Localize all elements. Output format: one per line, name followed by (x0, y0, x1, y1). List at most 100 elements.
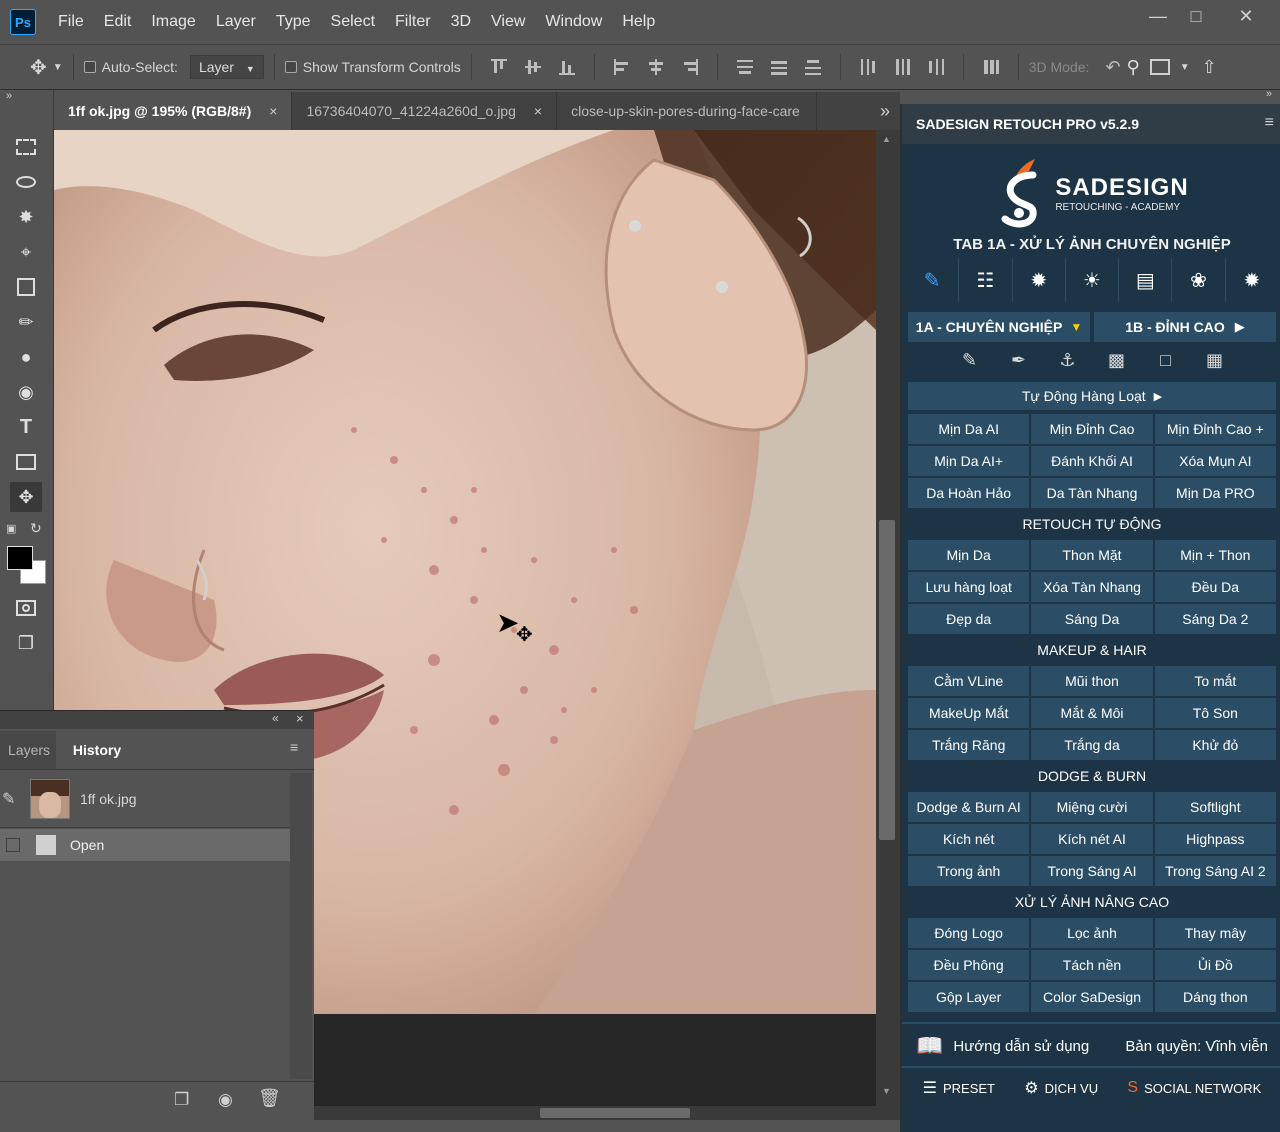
aperture-tab-icon[interactable]: ✹ (1013, 258, 1066, 302)
history-brush-icon[interactable]: ✎ (2, 789, 24, 809)
distribute-bottom-icon[interactable] (803, 57, 823, 77)
luu-hang-loat-button[interactable]: Lưu hàng loạt (908, 572, 1030, 602)
show-transform-checkbox[interactable] (284, 61, 297, 73)
dong-logo-button[interactable]: Đóng Logo (908, 918, 1030, 948)
khu-do-button[interactable]: Khử đỏ (1154, 730, 1276, 760)
mieng-cuoi-button[interactable]: Miệng cười (1031, 792, 1153, 822)
share-icon[interactable]: ⇧ (1202, 57, 1217, 78)
sang-da-button[interactable]: Sáng Da (1031, 604, 1153, 634)
close-panel-icon[interactable]: × (296, 711, 304, 726)
deu-da-button[interactable]: Đều Da (1154, 572, 1276, 602)
tab-layers[interactable]: Layers (0, 731, 56, 769)
vertical-scroll-thumb[interactable] (879, 520, 895, 840)
align-right-icon[interactable] (680, 57, 700, 77)
sang-da-2-button[interactable]: Sáng Da 2 (1154, 604, 1276, 634)
collapse-panel-icon[interactable]: « (272, 711, 279, 725)
auto-align-icon[interactable] (981, 57, 1001, 77)
history-scrollbar[interactable] (290, 773, 312, 1079)
thon-mat-button[interactable]: Thon Mặt (1031, 540, 1153, 570)
marquee-tool-icon[interactable] (10, 132, 42, 162)
search-icon[interactable]: ⚲ (1127, 57, 1140, 78)
menu-type[interactable]: Type (276, 13, 311, 31)
panel-menu-icon[interactable]: ≡ (290, 739, 298, 755)
mixer-brush-icon[interactable]: ✒ (994, 344, 1043, 376)
min-dinh-cao-button[interactable]: Mịn Đỉnh Cao (1031, 414, 1153, 444)
frame-tool-icon[interactable] (10, 272, 42, 302)
ui-do-button[interactable]: Ủi Đồ (1154, 950, 1276, 980)
dep-da-button[interactable]: Đẹp da (908, 604, 1030, 634)
lens-tab-icon[interactable]: ✹ (1226, 258, 1278, 302)
min-dinh-cao-plus-button[interactable]: Mịn Đỉnh Cao + (1154, 414, 1276, 444)
history-state-row[interactable]: Open (0, 829, 290, 861)
social-network-button[interactable]: S SOCIAL NETWORK (1127, 1079, 1261, 1097)
screen-mode-icon[interactable]: ❐ (10, 628, 42, 658)
min-da-button[interactable]: Mịn Da (908, 540, 1030, 570)
chevron-down-icon[interactable]: ▼ (1180, 62, 1190, 73)
history-snapshot-row[interactable]: ✎ 1ff ok.jpg (0, 777, 290, 821)
tabs-overflow-icon[interactable]: » (870, 92, 900, 130)
menu-edit[interactable]: Edit (104, 13, 132, 31)
to-son-button[interactable]: Tô Son (1154, 698, 1276, 728)
collapse-dock-icon[interactable]: » (1266, 88, 1272, 100)
dang-thon-button[interactable]: Dáng thon (1154, 982, 1276, 1012)
menu-layer[interactable]: Layer (216, 13, 256, 31)
type-tool-icon[interactable]: T (10, 412, 42, 442)
menu-window[interactable]: Window (545, 13, 602, 31)
tab-history[interactable]: History (58, 731, 136, 769)
menu-select[interactable]: Select (331, 13, 375, 31)
camera-snapshot-icon[interactable]: ◉ (218, 1090, 233, 1110)
close-window-icon[interactable]: ✕ (1228, 6, 1264, 27)
history-source-checkbox[interactable] (6, 838, 20, 852)
color-sadesign-button[interactable]: Color SaDesign (1031, 982, 1153, 1012)
clone-stamp-icon[interactable]: ⚓ (1043, 344, 1092, 376)
chevron-down-icon[interactable]: ▼ (53, 62, 63, 73)
softlight-button[interactable]: Softlight (1154, 792, 1276, 822)
danh-khoi-ai-button[interactable]: Đánh Khối AI (1031, 446, 1153, 476)
brush-tool-icon[interactable]: ✏ (10, 307, 42, 337)
quick-mask-icon[interactable] (10, 593, 42, 623)
default-colors-icon[interactable]: ▣ (6, 522, 18, 535)
file-tab-icon[interactable]: ▤ (1119, 258, 1173, 302)
close-tab-icon[interactable]: × (534, 103, 542, 119)
tab-document-1[interactable]: 1ff ok.jpg @ 195% (RGB/8#) × (54, 92, 293, 130)
document-tab-icon[interactable]: ☷ (959, 258, 1013, 302)
quick-select-tool-icon[interactable]: ✸ (10, 202, 42, 232)
scroll-down-icon[interactable]: ▼ (882, 1086, 891, 1096)
gop-layer-button[interactable]: Gộp Layer (908, 982, 1030, 1012)
auto-select-dropdown[interactable]: Layer ▼ (189, 55, 264, 79)
distribute-vcenter-icon[interactable] (769, 57, 789, 77)
align-left-icon[interactable] (612, 57, 632, 77)
to-mat-button[interactable]: To mắt (1154, 666, 1276, 696)
new-document-from-state-icon[interactable]: ❐ (174, 1090, 189, 1110)
distribute-hcenter-icon[interactable] (892, 57, 912, 77)
menu-image[interactable]: Image (151, 13, 195, 31)
patch-icon[interactable]: ▩ (1092, 344, 1141, 376)
rectangle-tool-icon[interactable] (10, 447, 42, 477)
close-tab-icon[interactable]: × (269, 103, 277, 119)
min-da-ai-button[interactable]: Mịn Da AI (908, 414, 1030, 444)
brush-tab-icon[interactable]: ✎ (906, 258, 960, 302)
trong-sang-ai-2-button[interactable]: Trong Sáng AI 2 (1154, 856, 1276, 886)
auto-select-checkbox[interactable] (83, 61, 96, 73)
crop-tool-icon[interactable]: ⌖ (10, 237, 42, 267)
brightness-tab-icon[interactable]: ☀ (1066, 258, 1120, 302)
tab-document-2[interactable]: 16736404070_41224a260d_o.jpg × (292, 92, 558, 130)
mode-1a-button[interactable]: 1A - CHUYÊN NGHIỆP ▼ (908, 312, 1090, 342)
move-tool-icon[interactable]: ✥ (10, 482, 42, 512)
tab-document-3[interactable]: close-up-skin-pores-during-face-care (557, 92, 818, 130)
trong-sang-ai-button[interactable]: Trong Sáng AI (1031, 856, 1153, 886)
mui-thon-button[interactable]: Mũi thon (1031, 666, 1153, 696)
preset-button[interactable]: ☰ PRESET (923, 1078, 995, 1098)
deu-phong-button[interactable]: Đều Phông (908, 950, 1030, 980)
menu-view[interactable]: View (491, 13, 525, 31)
tach-nen-button[interactable]: Tách nền (1031, 950, 1153, 980)
kich-net-button[interactable]: Kích nét (908, 824, 1030, 854)
move-tool-preset-icon[interactable]: ✥ (30, 55, 47, 80)
3d-orbit-icon[interactable]: ↶ (1105, 57, 1120, 78)
color-circles-tab-icon[interactable]: ❀ (1172, 258, 1226, 302)
xoa-mun-ai-button[interactable]: Xóa Mụn AI (1154, 446, 1276, 476)
workspace-icon[interactable] (1149, 59, 1170, 75)
brush-icon[interactable]: ✎ (945, 344, 994, 376)
highpass-button[interactable]: Highpass (1154, 824, 1276, 854)
service-button[interactable]: ⚙ DỊCH VỤ (1024, 1078, 1098, 1098)
